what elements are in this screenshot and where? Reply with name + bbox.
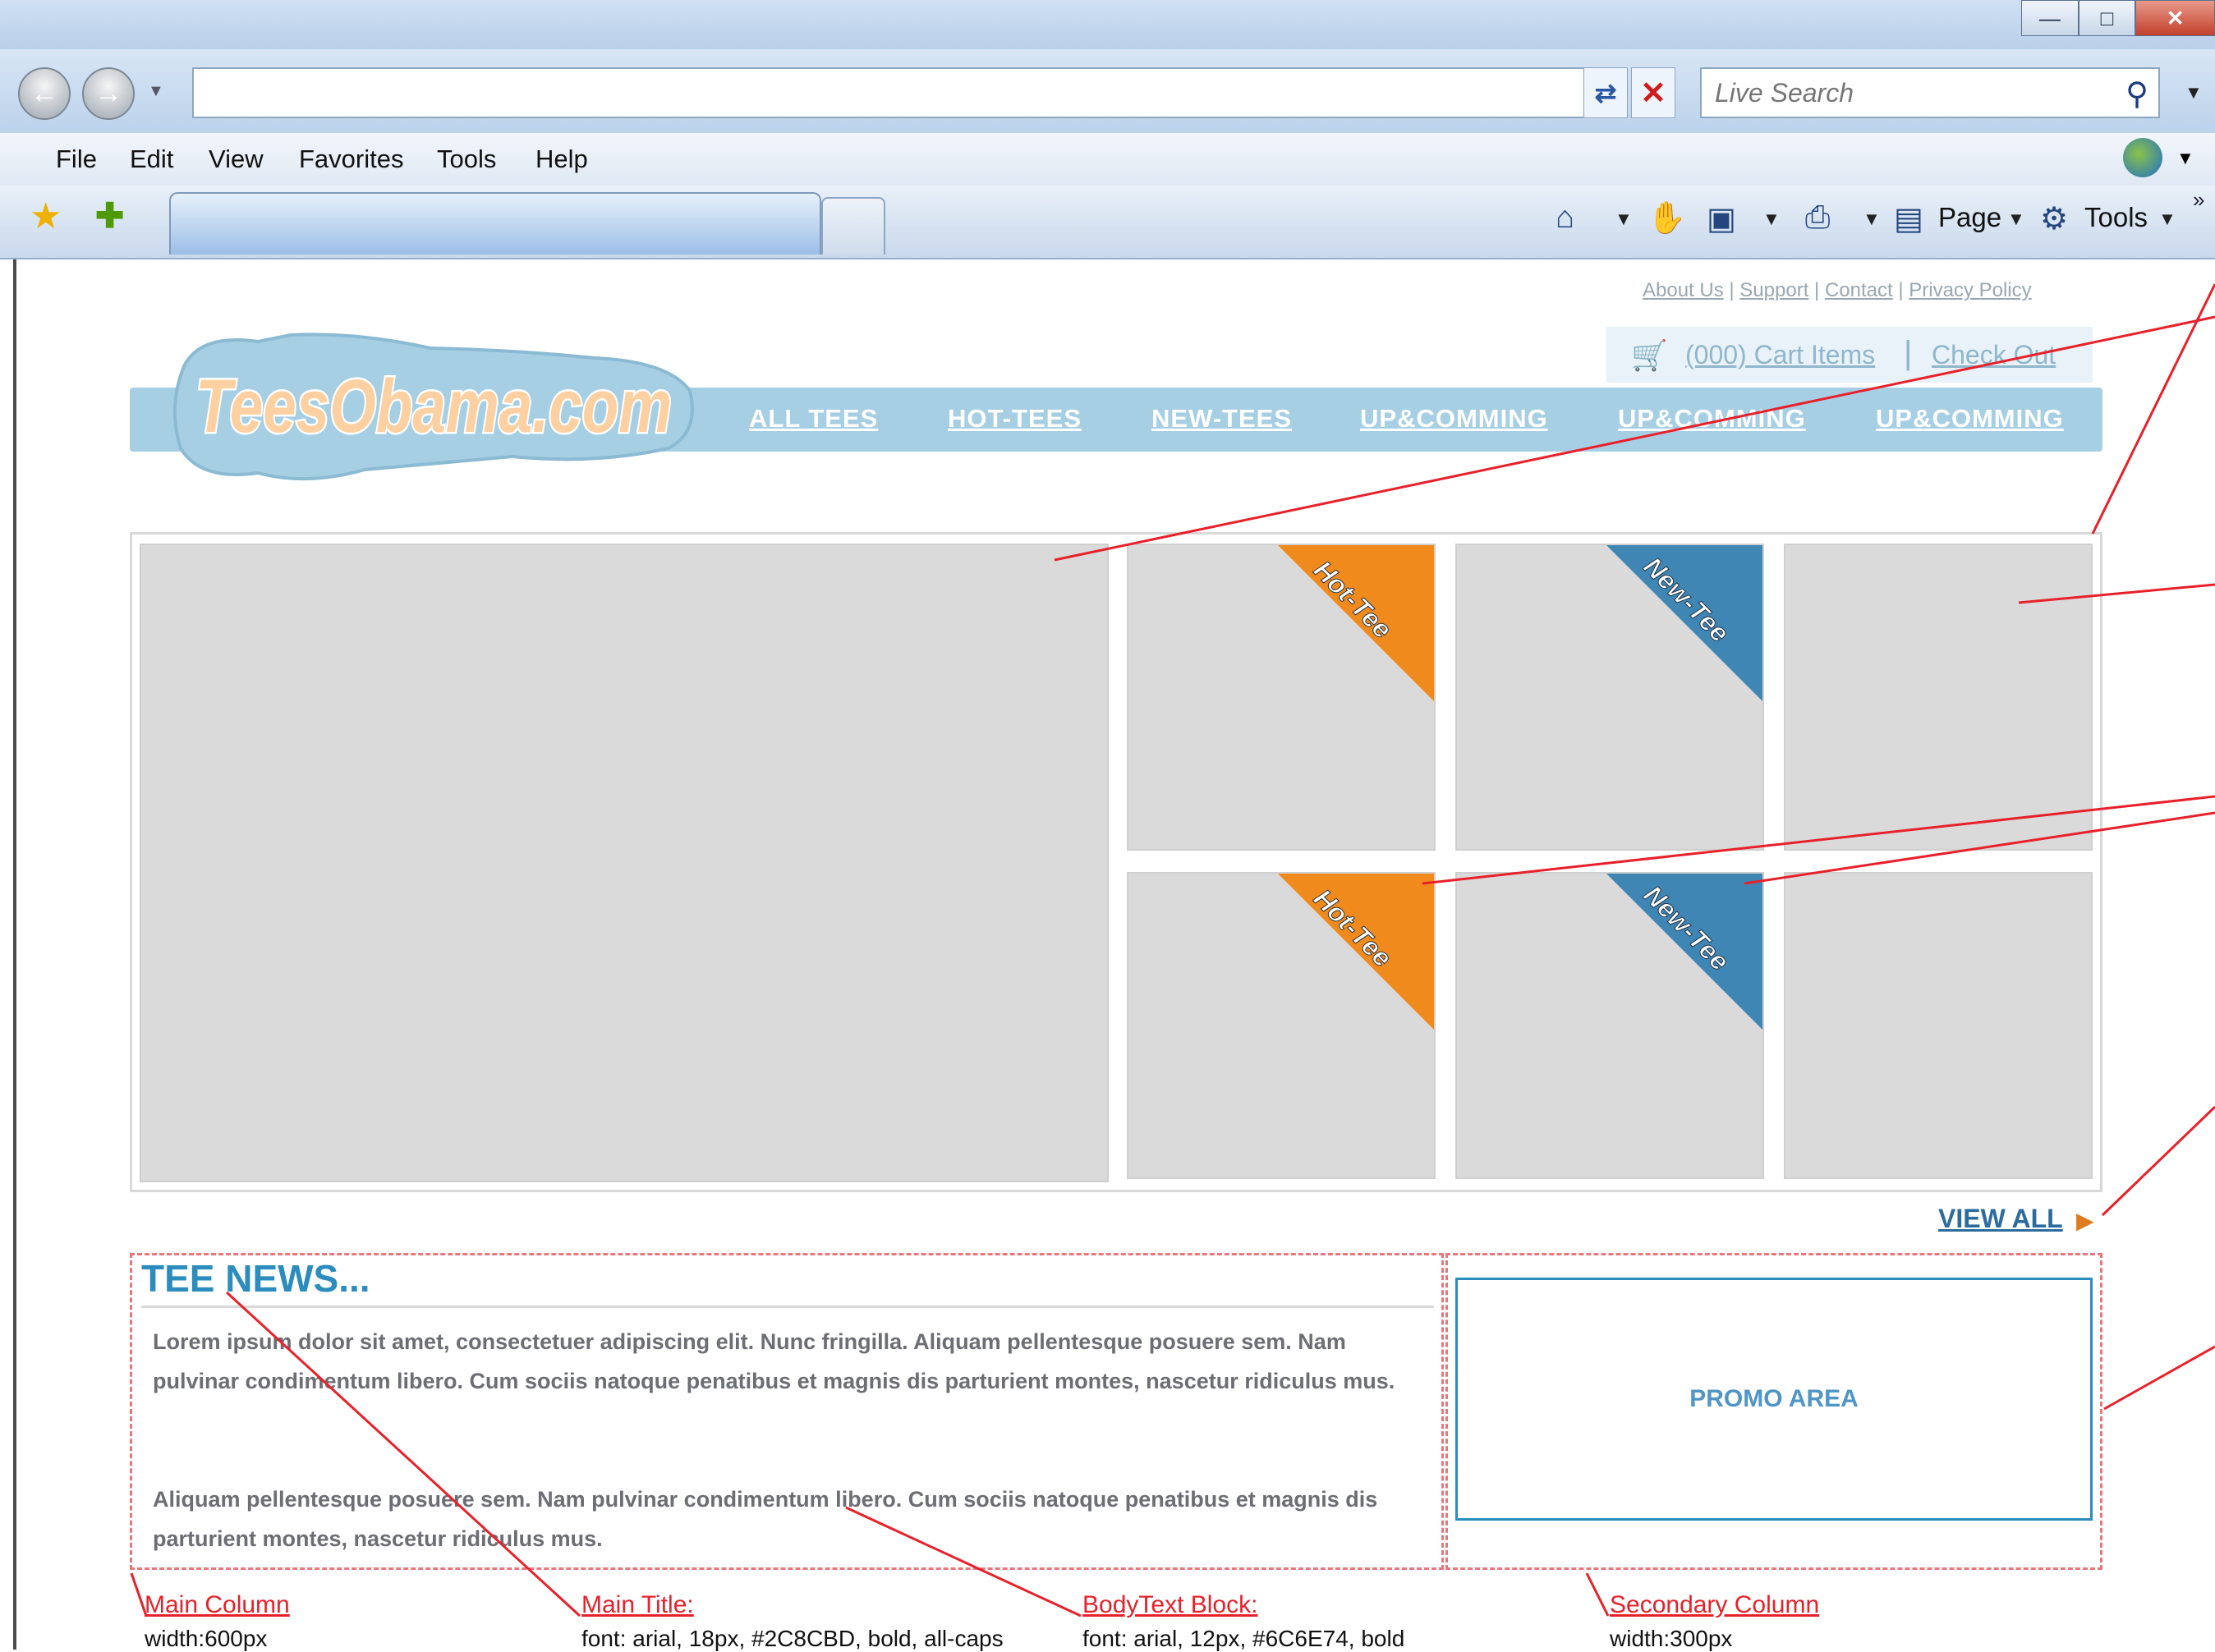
cart-icon: 🛒 [1631, 338, 1668, 372]
print-dropdown-icon[interactable]: ▼ [1863, 209, 1881, 230]
tee-thumb-1[interactable]: Hot-Tee [1127, 544, 1436, 851]
top-links: About Us | Support | Contact | Privacy P… [1643, 279, 2032, 302]
annotation-main-column-title: Main Column [145, 1591, 290, 1618]
home-icon[interactable]: ⌂ [1556, 200, 1574, 236]
tee-thumb-3[interactable] [1784, 544, 2093, 851]
divider: | [1729, 279, 1740, 301]
link-contact[interactable]: Contact [1825, 279, 1893, 301]
search-box[interactable]: ⚲ [1700, 67, 2160, 118]
history-dropdown-icon[interactable]: ▼ [148, 82, 164, 101]
tools-dropdown-icon[interactable]: ▼ [2158, 209, 2176, 230]
feeds-dropdown-icon[interactable]: ▼ [1762, 209, 1781, 230]
checkout-link[interactable]: Check Out [1932, 340, 2056, 370]
divider: | [1898, 279, 1909, 301]
annotation-main-title-title: Main Title: [581, 1591, 694, 1618]
view-all-link[interactable]: VIEW ALL [1938, 1204, 2063, 1234]
annotation-bodytext-desc: font: arial, 12px, #6C6E74, bold [1082, 1626, 1405, 1651]
new-ribbon-shape [1606, 874, 1762, 1030]
logo-graphic: TeesObama.com [172, 333, 694, 481]
print-icon[interactable]: ⎙ [1805, 200, 1830, 236]
link-support[interactable]: Support [1739, 279, 1808, 301]
news-paragraph-1: Lorem ipsum dolor sit amet, consectetuer… [153, 1329, 1395, 1393]
window-titlebar [0, 0, 2215, 49]
page-menu-label[interactable]: Page [1938, 202, 2001, 233]
tee-thumb-2[interactable]: New-Tee [1455, 544, 1764, 851]
hand-icon[interactable]: ✋ [1647, 200, 1686, 236]
menu-view[interactable]: View [209, 145, 264, 174]
annotation-secondary-column-desc: width:300px [1610, 1626, 1733, 1651]
news-divider [141, 1306, 1434, 1308]
new-tee-ribbon [1606, 545, 1762, 701]
new-tee-ribbon [1606, 874, 1762, 1030]
menu-help[interactable]: Help [535, 145, 588, 174]
annotation-bodytext-title: BodyText Block: [1082, 1591, 1258, 1618]
feeds-icon[interactable]: ▣ [1707, 200, 1736, 237]
close-button[interactable]: ✕ [2135, 0, 2215, 36]
news-title: TEE NEWS... [141, 1257, 370, 1300]
nav-all-tees[interactable]: ALL TEES [749, 404, 878, 434]
nav-upcoming-2[interactable]: UP&COMMING [1618, 404, 1806, 434]
gear-icon[interactable]: ⚙ [2040, 200, 2068, 237]
ie-globe-icon[interactable] [2123, 138, 2162, 177]
stop-button[interactable]: ✕ [1631, 67, 1675, 118]
nav-hot-tees[interactable]: HOT-TEES [948, 404, 1082, 434]
new-tab-button[interactable] [821, 197, 885, 255]
minimize-button[interactable]: — [2021, 0, 2079, 36]
annotation-secondary-column-title: Secondary Column [1610, 1591, 1820, 1618]
chevron-more-icon[interactable]: » [2193, 187, 2204, 213]
link-privacy-policy[interactable]: Privacy Policy [1909, 279, 2031, 301]
annotation-main-title-desc: font: arial, 18px, #2C8CBD, bold, all-ca… [581, 1626, 1004, 1651]
ie-dropdown-icon[interactable]: ▼ [2176, 148, 2194, 169]
new-ribbon-shape [1606, 545, 1762, 701]
forward-button[interactable]: → [82, 67, 135, 120]
logo-text: TeesObama.com [195, 365, 672, 448]
page-icon[interactable]: ▤ [1894, 200, 1923, 237]
add-favorite-icon[interactable]: ✚ [95, 195, 124, 236]
address-bar[interactable]: ▼ [192, 67, 1610, 118]
home-dropdown-icon[interactable]: ▼ [1615, 209, 1633, 230]
link-about-us[interactable]: About Us [1643, 279, 1724, 301]
annotation-main-column-desc: width:600px [145, 1626, 268, 1651]
nav-new-tees[interactable]: NEW-TEES [1151, 404, 1292, 434]
cart-items-link[interactable]: (000) Cart Items [1685, 340, 1875, 370]
page-dropdown-icon[interactable]: ▼ [2007, 209, 2025, 230]
cart-divider: | [1904, 335, 1913, 371]
search-dropdown-icon[interactable]: ▼ [2185, 82, 2203, 103]
tee-thumb-4[interactable]: Hot-Tee [1127, 872, 1436, 1179]
window-controls: — □ ✕ [2021, 0, 2215, 36]
browser-tab-active[interactable] [169, 192, 821, 255]
site-logo[interactable]: TeesObama.com [168, 325, 700, 489]
menu-file[interactable]: File [56, 145, 97, 174]
search-input[interactable] [1713, 69, 2078, 117]
promo-area[interactable]: PROMO AREA [1455, 1278, 2093, 1521]
featured-tee-image[interactable] [140, 544, 1109, 1182]
arrow-right-icon[interactable]: ▶ [2076, 1207, 2094, 1234]
menu-favorites[interactable]: Favorites [299, 145, 403, 174]
tee-thumb-5[interactable]: New-Tee [1455, 872, 1764, 1179]
news-paragraph-2: Aliquam pellentesque posuere sem. Nam pu… [153, 1487, 1378, 1551]
menu-edit[interactable]: Edit [130, 145, 173, 174]
refresh-button[interactable]: ⇄ [1583, 67, 1628, 118]
back-button[interactable]: ← [18, 67, 71, 120]
nav-upcoming-1[interactable]: UP&COMMING [1360, 404, 1548, 434]
tools-menu-label[interactable]: Tools [2084, 202, 2148, 233]
maximize-button[interactable]: □ [2078, 0, 2136, 36]
search-icon[interactable]: ⚲ [2125, 76, 2148, 112]
divider: | [1814, 279, 1825, 301]
nav-upcoming-3[interactable]: UP&COMMING [1876, 404, 2064, 434]
menu-tools[interactable]: Tools [437, 145, 496, 174]
favorites-star-icon[interactable]: ★ [30, 195, 62, 237]
tee-thumb-6[interactable] [1784, 872, 2093, 1179]
